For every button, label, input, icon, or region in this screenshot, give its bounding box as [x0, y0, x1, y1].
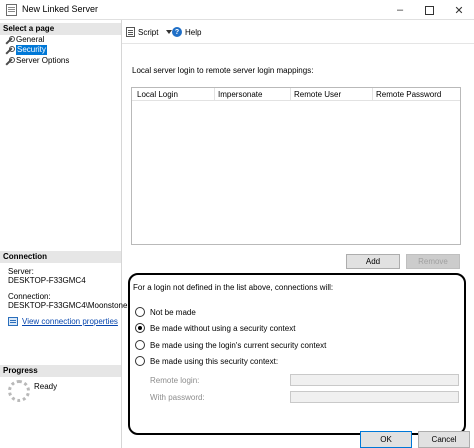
- wrench-icon: [4, 45, 15, 55]
- mappings-label: Local server login to remote server logi…: [132, 66, 314, 75]
- progress-header: Progress: [0, 365, 121, 377]
- column-header-remote-user[interactable]: Remote User: [294, 90, 341, 99]
- page-item-server-options[interactable]: Server Options: [4, 56, 69, 66]
- wrench-icon: [4, 35, 15, 45]
- minimize-button[interactable]: –: [385, 0, 415, 20]
- connection-value: DESKTOP-F33GMC4\Moonstone: [8, 301, 128, 310]
- page-item-label: Security: [16, 45, 47, 55]
- add-button-label: Add: [365, 257, 381, 266]
- page-item-label: General: [16, 35, 45, 44]
- progress-spinner-icon: [8, 380, 30, 402]
- maximize-icon: [424, 5, 434, 15]
- page-item-label: Server Options: [16, 56, 70, 65]
- login-mappings-grid[interactable]: Local Login Impersonate Remote User Remo…: [131, 87, 461, 245]
- cancel-button-label: Cancel: [431, 435, 457, 444]
- minimize-icon: –: [396, 4, 404, 16]
- left-panel: Select a page General Security Server Op…: [0, 20, 127, 448]
- toolbar: Script ? Help: [122, 20, 474, 44]
- progress-status-row: Ready: [8, 380, 57, 402]
- maximize-button[interactable]: [414, 0, 444, 20]
- title-bar: New Linked Server – ✕: [0, 0, 474, 20]
- script-icon: [126, 27, 135, 37]
- help-icon: ?: [172, 27, 182, 37]
- script-button[interactable]: Script: [126, 27, 173, 37]
- wrench-icon: [4, 56, 15, 66]
- page-item-security[interactable]: Security: [4, 45, 47, 55]
- remove-button-label: Remove: [418, 257, 448, 266]
- column-separator: [372, 88, 373, 101]
- script-label: Script: [138, 27, 159, 37]
- grid-header: Local Login Impersonate Remote User Remo…: [132, 88, 460, 101]
- view-connection-properties-link[interactable]: View connection properties: [8, 317, 118, 326]
- close-icon: ✕: [454, 4, 464, 17]
- close-button[interactable]: ✕: [444, 0, 474, 20]
- column-header-remote-password[interactable]: Remote Password: [376, 90, 441, 99]
- remove-button[interactable]: Remove: [406, 254, 460, 269]
- app-icon: [6, 4, 17, 16]
- add-button[interactable]: Add: [346, 254, 400, 269]
- window-title: New Linked Server: [22, 4, 99, 14]
- connection-header: Connection: [0, 251, 121, 263]
- help-label: Help: [185, 27, 202, 37]
- column-header-local-login[interactable]: Local Login: [137, 90, 178, 99]
- help-button[interactable]: ? Help: [172, 27, 201, 37]
- select-page-header: Select a page: [0, 23, 121, 35]
- cancel-button[interactable]: Cancel: [418, 431, 470, 448]
- column-separator: [214, 88, 215, 101]
- page-item-general[interactable]: General: [4, 35, 44, 45]
- server-value: DESKTOP-F33GMC4: [8, 276, 86, 285]
- properties-icon: [8, 317, 18, 326]
- ok-button-label: OK: [380, 435, 392, 444]
- view-connection-properties-label: View connection properties: [22, 317, 118, 326]
- column-header-impersonate[interactable]: Impersonate: [218, 90, 262, 99]
- column-separator: [290, 88, 291, 101]
- highlight-outline: [128, 273, 466, 435]
- ok-button[interactable]: OK: [360, 431, 412, 448]
- progress-status: Ready: [34, 382, 58, 391]
